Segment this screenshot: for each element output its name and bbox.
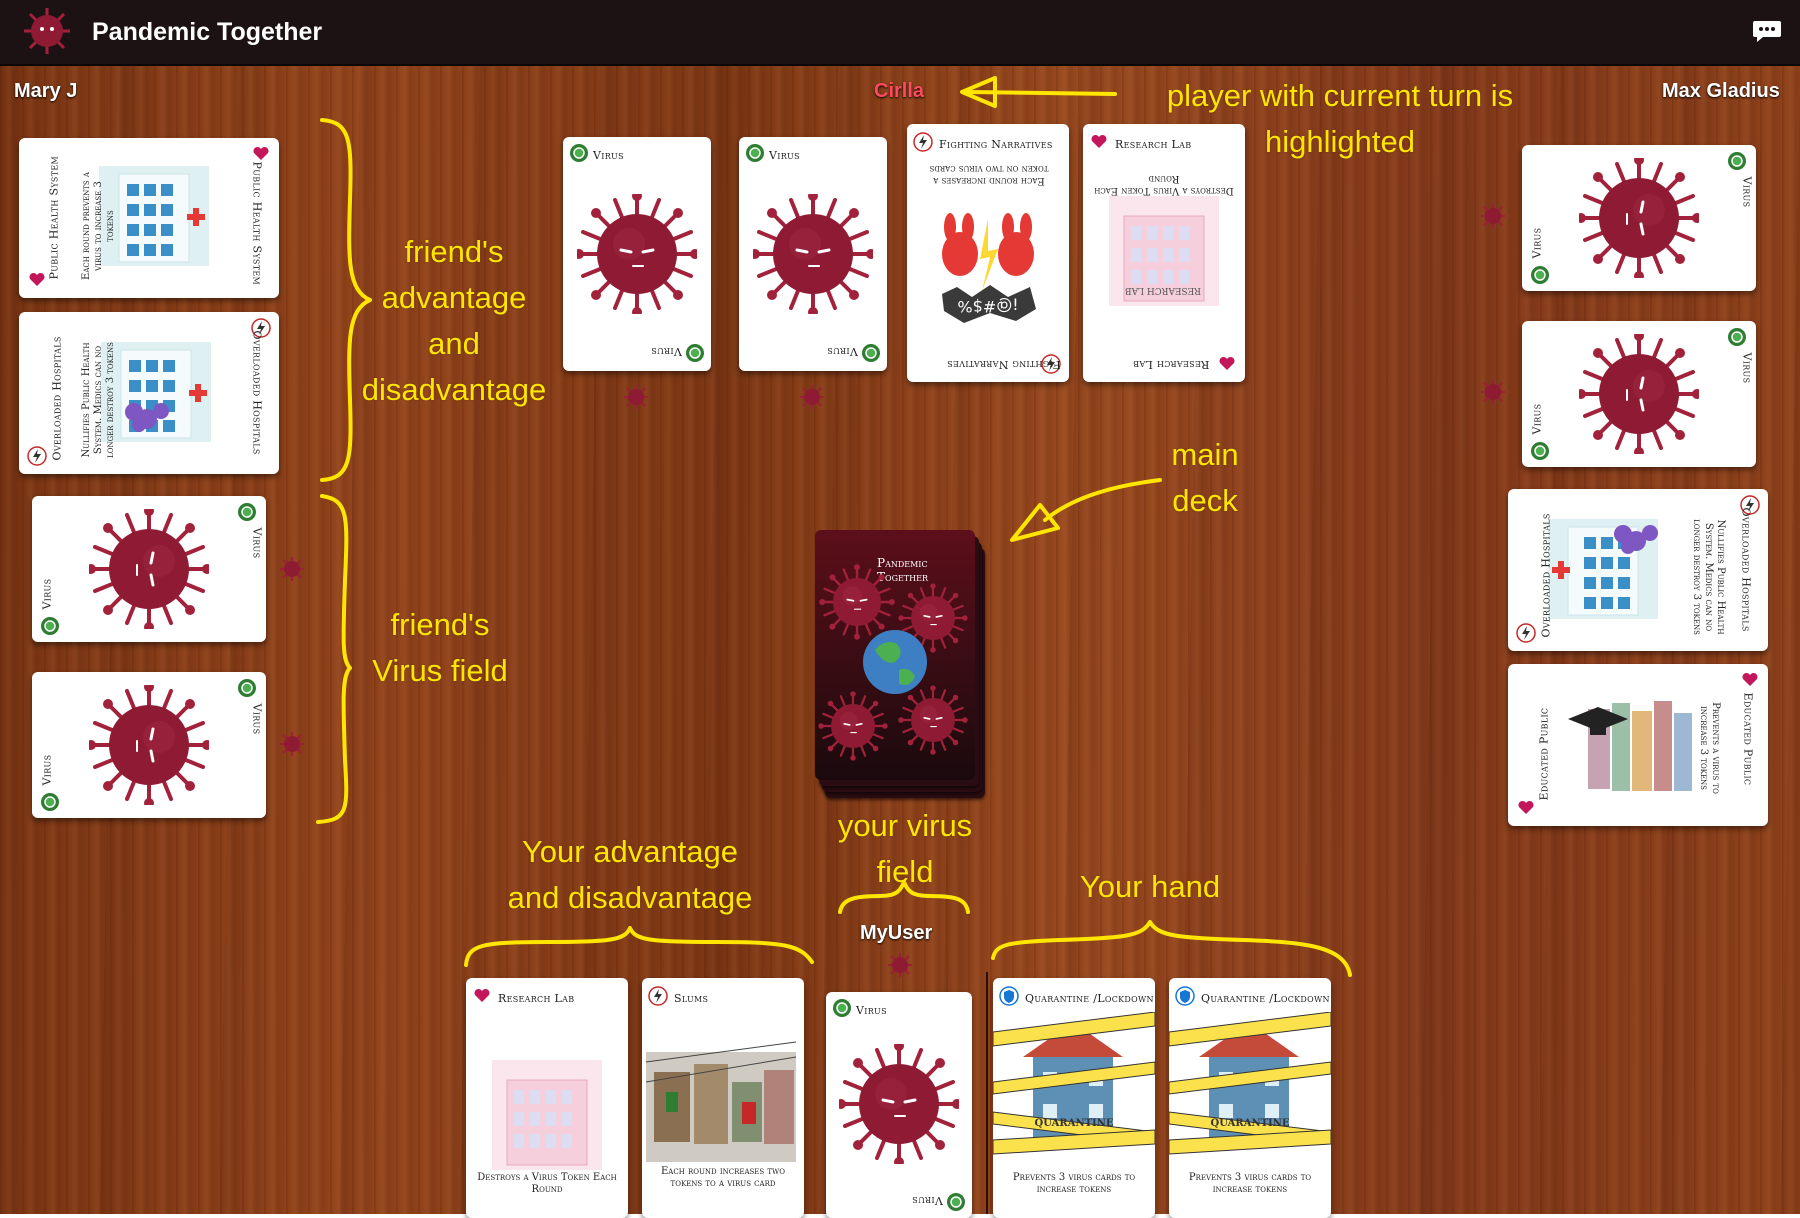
annotation-strokes — [316, 76, 1352, 1214]
annotation-your-adv-1: Your advantage — [521, 834, 739, 869]
annotation-friend-virus-1: friend's — [390, 607, 490, 642]
annotation-main-deck-2: deck — [1172, 483, 1238, 518]
annotation-turn-line2: highlighted — [1265, 124, 1415, 159]
annotation-friend-adv-1: friend's — [404, 234, 504, 269]
annotation-main-deck-1: main — [1171, 437, 1239, 472]
annotation-your-adv-2: and disadvantage — [507, 880, 753, 915]
annotation-friend-virus-2: Virus field — [372, 653, 508, 688]
annotation-friend-adv-3: and — [428, 326, 480, 361]
annotation-your-virus-2: field — [876, 854, 934, 889]
annotation-turn-line1: player with current turn is — [1166, 78, 1514, 113]
annotation-friend-adv-2: advantage — [381, 280, 527, 315]
annotation-your-hand: Your hand — [1079, 869, 1221, 904]
annotation-your-virus-1: your virus — [837, 808, 973, 843]
annotation-friend-adv-4: disadvantage — [361, 372, 547, 407]
